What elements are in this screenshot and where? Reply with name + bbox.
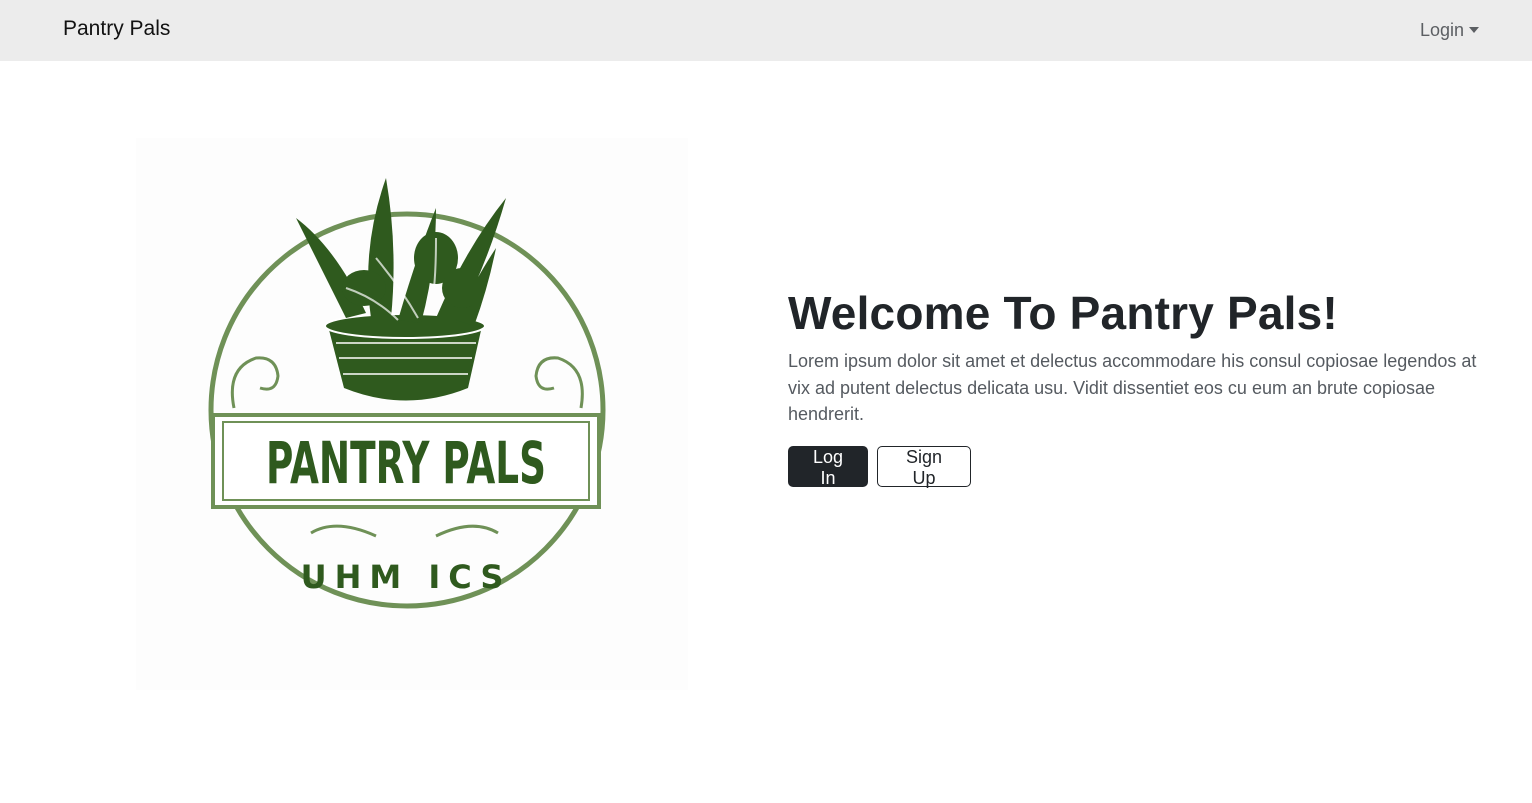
navbar: Pantry Pals Login (0, 0, 1532, 61)
sign-up-button[interactable]: Sign Up (877, 445, 971, 488)
logo-title: PANTRY PALS (266, 429, 546, 497)
hero-buttons: Log In Sign Up (788, 445, 1498, 488)
pantry-pals-logo: PANTRY PALS UHM ICS (136, 138, 688, 690)
hero-title: Welcome To Pantry Pals! (788, 287, 1338, 339)
logo-subtitle: UHM ICS (301, 558, 512, 596)
hero-description: Lorem ipsum dolor sit amet et delectus a… (788, 351, 1477, 424)
hero-section: Welcome To Pantry Pals! Lorem ipsum dolo… (788, 284, 1498, 488)
login-dropdown-label: Login (1419, 20, 1464, 40)
brand-link[interactable]: Pantry Pals (63, 15, 170, 43)
caret-down-icon (1469, 27, 1479, 33)
log-in-button[interactable]: Log In (788, 445, 868, 488)
vegetable-basket-logo-icon: PANTRY PALS UHM ICS (208, 178, 606, 609)
login-dropdown[interactable]: Login (1420, 17, 1479, 43)
